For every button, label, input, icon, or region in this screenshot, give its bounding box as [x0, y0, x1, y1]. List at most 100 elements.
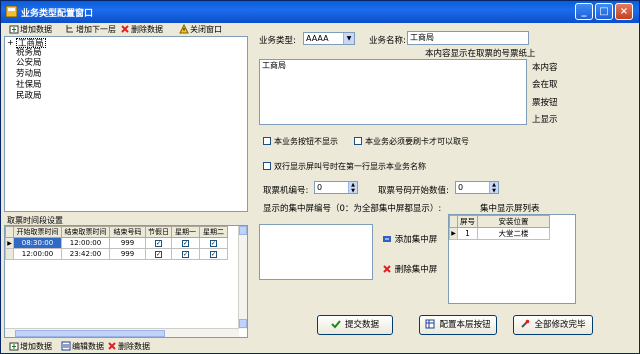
- swipe-card-label: 本业务必须要刷卡才可以取号: [365, 137, 469, 146]
- checkbox-checked-icon[interactable]: ✓: [155, 240, 162, 247]
- business-tree[interactable]: + 工商局 税务局 公安局 劳动局 社保局 民政局: [4, 36, 248, 212]
- table-row[interactable]: ▶ 1 大堂二楼: [449, 227, 550, 240]
- col-monday[interactable]: 星期一: [171, 226, 200, 238]
- table-header-row: 屏号 安装位置: [449, 215, 550, 228]
- col-location[interactable]: 安装位置: [477, 215, 550, 228]
- cell-mon[interactable]: ✓: [171, 237, 200, 249]
- ticket-content-textarea[interactable]: 工商局: [259, 59, 527, 125]
- cell-tue[interactable]: ✓: [199, 237, 228, 249]
- maximize-button[interactable]: □: [595, 3, 613, 20]
- machine-no-spinner[interactable]: 0 ▲ ▼: [314, 181, 358, 194]
- delete-screen-label: 删除集中屏: [394, 265, 438, 275]
- business-name-label: 业务名称:: [369, 36, 406, 46]
- app-icon: [5, 5, 18, 18]
- chevron-down-icon[interactable]: ▼: [343, 33, 354, 44]
- ticket-hint: 本内容显示在取票的号票纸上: [425, 49, 536, 59]
- delete-data-button[interactable]: 删除数据: [120, 23, 163, 37]
- cell-mon[interactable]: ✓: [171, 248, 200, 260]
- cell-start[interactable]: 08:30:00: [13, 237, 62, 249]
- cell-end[interactable]: 23:42:00: [61, 248, 110, 260]
- business-name-input[interactable]: 工商局: [407, 31, 529, 45]
- submit-button[interactable]: 提交数据: [317, 315, 393, 335]
- hide-button-checkbox[interactable]: 本业务按钮不显示: [263, 136, 338, 147]
- tree-item-laodong[interactable]: 劳动局: [16, 69, 42, 79]
- close-button[interactable]: ×: [615, 3, 633, 20]
- config-buttons-button[interactable]: 配置本层按钮: [419, 315, 497, 335]
- checkbox-checked-icon[interactable]: ✓: [182, 240, 189, 247]
- tree-item-gongshang[interactable]: 工商局: [16, 38, 46, 49]
- table-row[interactable]: 12:00:00 23:42:00 999 ✓ ✓ ✓: [5, 248, 228, 260]
- grid-add-button[interactable]: 增加数据: [9, 340, 52, 354]
- checkbox-box[interactable]: [263, 137, 271, 145]
- checkbox-checked-icon[interactable]: ✓: [182, 251, 189, 258]
- add-next-level-button[interactable]: 增加下一层: [65, 23, 116, 37]
- delete-icon: [383, 265, 391, 273]
- delete-screen-button[interactable]: 删除集中屏: [382, 263, 437, 275]
- col-end-number[interactable]: 结束号码: [109, 226, 146, 238]
- time-grid[interactable]: 开始取票时间 结束取票时间 结束号码 节假日 星期一 星期二 ▶ 08:30:0…: [4, 225, 248, 338]
- scroll-up-arrow[interactable]: [239, 226, 247, 235]
- checkbox-box[interactable]: [263, 162, 271, 170]
- cell-end[interactable]: 12:00:00: [61, 237, 110, 249]
- add-screen-label: 添加集中屏: [394, 235, 438, 245]
- expand-icon[interactable]: +: [7, 39, 15, 47]
- tree-item-gongan[interactable]: 公安局: [16, 58, 42, 68]
- grid-add-label: 增加数据: [20, 342, 52, 351]
- cell-location[interactable]: 大堂二楼: [477, 227, 550, 240]
- col-screen-no[interactable]: 屏号: [457, 215, 478, 228]
- checkbox-checked-icon[interactable]: ✓: [210, 251, 217, 258]
- vertical-scrollbar[interactable]: [238, 226, 247, 329]
- checkbox-box[interactable]: [354, 137, 362, 145]
- add-screen-button[interactable]: 添加集中屏: [382, 233, 437, 245]
- checkbox-checked-icon[interactable]: ✓: [210, 240, 217, 247]
- screen-list-grid[interactable]: 屏号 安装位置 ▶ 1 大堂二楼: [448, 214, 576, 304]
- warning-icon: [179, 24, 189, 34]
- add-icon: [9, 25, 19, 34]
- title-bar[interactable]: 业务类型配置窗口 _ □ ×: [1, 1, 639, 23]
- machine-no-label: 取票机编号:: [263, 186, 309, 196]
- tree-item-minzheng[interactable]: 民政局: [16, 91, 42, 101]
- cell-tue[interactable]: ✓: [199, 248, 228, 260]
- grid-toolbar: 增加数据 编辑数据 删除数据: [3, 340, 249, 353]
- tree-item-shuiwu[interactable]: 税务局: [16, 48, 42, 58]
- swipe-card-checkbox[interactable]: 本业务必须要刷卡才可以取号: [354, 136, 469, 147]
- grid-delete-button[interactable]: 删除数据: [107, 340, 150, 354]
- col-start-time[interactable]: 开始取票时间: [13, 226, 62, 238]
- horizontal-scrollbar[interactable]: [5, 328, 239, 337]
- cell-holiday[interactable]: ✓: [145, 248, 172, 260]
- add-icon: [9, 342, 19, 351]
- add-data-button[interactable]: 增加数据: [9, 23, 52, 37]
- business-type-label: 业务类型:: [259, 36, 296, 46]
- spinner-arrows-icon[interactable]: ▲ ▼: [348, 182, 357, 194]
- grid-config-icon: [425, 319, 435, 329]
- business-type-combo[interactable]: AAAA ▼: [303, 32, 355, 45]
- cell-end-no[interactable]: 999: [109, 248, 146, 260]
- col-holiday[interactable]: 节假日: [145, 226, 172, 238]
- spinner-arrows-icon[interactable]: ▲ ▼: [489, 182, 498, 194]
- cell-screen-no[interactable]: 1: [457, 227, 478, 240]
- col-end-time[interactable]: 结束取票时间: [61, 226, 110, 238]
- screen-number-list[interactable]: [259, 224, 373, 280]
- start-no-spinner[interactable]: 0 ▲ ▼: [455, 181, 499, 194]
- col-tuesday[interactable]: 星期二: [199, 226, 228, 238]
- modify-all-button[interactable]: 全部修改完毕: [513, 315, 593, 335]
- tree-toolbar: 增加数据 增加下一层 删除数据 关闭窗口: [3, 23, 249, 37]
- scroll-down-arrow[interactable]: [239, 319, 247, 328]
- horizontal-scroll-thumb[interactable]: [15, 330, 165, 337]
- config-buttons-label: 配置本层按钮: [439, 320, 491, 330]
- minimize-button[interactable]: _: [575, 3, 593, 20]
- start-no-label: 取票号码开始数值:: [378, 186, 449, 196]
- cell-holiday[interactable]: ✓: [145, 237, 172, 249]
- checkbox-checked-icon[interactable]: ✓: [155, 251, 162, 258]
- grid-edit-button[interactable]: 编辑数据: [61, 340, 104, 354]
- screen-no-label: 显示的集中屏编号（0：为全部集中屏都显示）:: [263, 204, 442, 214]
- screen-list-label: 集中显示屏列表: [480, 204, 540, 214]
- cell-end-no[interactable]: 999: [109, 237, 146, 249]
- close-window-button[interactable]: 关闭窗口: [179, 23, 222, 37]
- cell-start[interactable]: 12:00:00: [13, 248, 62, 260]
- side-note-line-1: 本内容: [532, 63, 558, 73]
- tree-item-shebao[interactable]: 社保局: [16, 80, 42, 90]
- double-line-checkbox[interactable]: 双行显示屏叫号时在第一行显示本业务名称: [263, 161, 426, 172]
- double-line-label: 双行显示屏叫号时在第一行显示本业务名称: [274, 162, 426, 171]
- table-row[interactable]: ▶ 08:30:00 12:00:00 999 ✓ ✓ ✓: [5, 237, 228, 249]
